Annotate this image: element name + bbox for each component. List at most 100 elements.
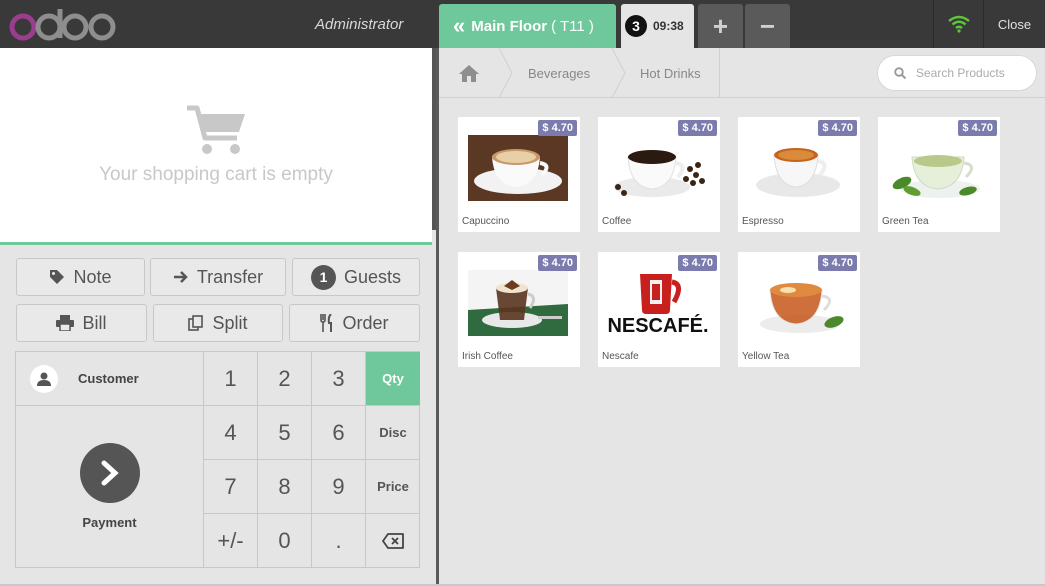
key-5[interactable]: 5 bbox=[258, 406, 312, 460]
tag-icon bbox=[49, 269, 65, 285]
category-breadcrumb: Beverages Hot Drinks Search Products bbox=[439, 48, 1045, 98]
payment-button[interactable]: Payment bbox=[16, 406, 204, 567]
table-label: ( T11 ) bbox=[551, 17, 594, 35]
key-6[interactable]: 6 bbox=[312, 406, 366, 460]
order-cart: Your shopping cart is empty bbox=[0, 48, 432, 245]
arrow-right-icon bbox=[173, 269, 189, 285]
product-name: Yellow Tea bbox=[742, 351, 790, 362]
product-price: $ 4.70 bbox=[958, 120, 997, 136]
home-button[interactable] bbox=[439, 48, 499, 98]
product-card-nescafe[interactable]: NESCAFÉ. $ 4.70 Nescafe bbox=[598, 252, 720, 367]
transfer-button[interactable]: Transfer bbox=[150, 258, 286, 296]
backspace-button[interactable] bbox=[366, 514, 420, 567]
product-card-yellow-tea[interactable]: $ 4.70 Yellow Tea bbox=[738, 252, 860, 367]
floor-back-button[interactable]: « Main Floor ( T11 ) bbox=[439, 4, 616, 48]
irish-coffee-image bbox=[468, 270, 568, 336]
espresso-image bbox=[748, 135, 848, 201]
product-price: $ 4.70 bbox=[538, 255, 577, 271]
product-price: $ 4.70 bbox=[818, 120, 857, 136]
product-name: Irish Coffee bbox=[462, 351, 513, 362]
user-icon bbox=[30, 364, 58, 393]
product-price: $ 4.70 bbox=[538, 120, 577, 136]
product-card-green-tea[interactable]: $ 4.70 Green Tea bbox=[878, 117, 1000, 232]
product-list: $ 4.70 Capuccino $ 4.70 Coffee $ 4.70 Es… bbox=[439, 98, 1045, 586]
cutlery-icon bbox=[320, 314, 334, 332]
key-decimal[interactable]: . bbox=[312, 514, 366, 567]
printer-icon bbox=[56, 315, 75, 331]
user-name: Administrator bbox=[315, 16, 404, 33]
bill-button[interactable]: Bill bbox=[16, 304, 147, 342]
order-tab[interactable]: 3 09:38 bbox=[621, 4, 694, 48]
product-name: Espresso bbox=[742, 216, 784, 227]
mode-price-button[interactable]: Price bbox=[366, 460, 420, 514]
chevron-right-icon bbox=[79, 443, 140, 503]
top-bar: Administrator « Main Floor ( T11 ) 3 09:… bbox=[0, 0, 1045, 48]
empty-cart-message: Your shopping cart is empty bbox=[99, 164, 333, 185]
coffee-image bbox=[608, 135, 708, 201]
split-label: Split bbox=[212, 312, 248, 333]
minus-icon: − bbox=[759, 10, 776, 41]
breadcrumb-beverages[interactable]: Beverages bbox=[528, 48, 590, 98]
key-8[interactable]: 8 bbox=[258, 460, 312, 514]
plus-icon: + bbox=[712, 10, 729, 41]
breadcrumb-hot-drinks[interactable]: Hot Drinks bbox=[640, 48, 701, 98]
payment-label: Payment bbox=[82, 515, 137, 530]
product-card-espresso[interactable]: $ 4.70 Espresso bbox=[738, 117, 860, 232]
product-name: Green Tea bbox=[882, 216, 929, 227]
key-1[interactable]: 1 bbox=[204, 352, 258, 406]
guests-label: Guests bbox=[343, 266, 402, 287]
breadcrumb-separator bbox=[499, 48, 513, 98]
key-4[interactable]: 4 bbox=[204, 406, 258, 460]
numpad: Customer Payment 1 2 3 4 5 6 7 8 9 +/- 0… bbox=[15, 351, 420, 568]
guests-count: 1 bbox=[310, 264, 336, 290]
key-3[interactable]: 3 bbox=[312, 352, 366, 406]
product-name: Coffee bbox=[602, 216, 632, 227]
customer-button[interactable]: Customer bbox=[16, 352, 204, 406]
guests-button[interactable]: 1 Guests bbox=[292, 258, 420, 296]
capuccino-image bbox=[468, 135, 568, 201]
wifi-icon bbox=[947, 15, 970, 33]
breadcrumb-separator bbox=[612, 48, 626, 98]
double-chevron-left-icon: « bbox=[453, 13, 466, 38]
key-9[interactable]: 9 bbox=[312, 460, 366, 514]
key-0[interactable]: 0 bbox=[258, 514, 312, 567]
add-order-button[interactable]: + bbox=[698, 4, 743, 48]
key-2[interactable]: 2 bbox=[258, 352, 312, 406]
green-tea-image bbox=[888, 135, 988, 201]
product-price: $ 4.70 bbox=[818, 255, 857, 271]
mode-disc-button[interactable]: Disc bbox=[366, 406, 420, 460]
key-7[interactable]: 7 bbox=[204, 460, 258, 514]
search-products-input[interactable]: Search Products bbox=[877, 55, 1037, 91]
transfer-label: Transfer bbox=[196, 266, 264, 287]
shopping-cart-icon bbox=[187, 105, 245, 154]
home-icon bbox=[459, 65, 479, 82]
bill-label: Bill bbox=[82, 312, 107, 333]
order-time: 09:38 bbox=[653, 19, 684, 33]
order-pane: Your shopping cart is empty Note Transfe… bbox=[0, 48, 436, 586]
order-button[interactable]: Order bbox=[289, 304, 420, 342]
copy-icon bbox=[188, 315, 204, 331]
product-price: $ 4.70 bbox=[678, 120, 717, 136]
product-name: Capuccino bbox=[462, 216, 510, 227]
note-button[interactable]: Note bbox=[16, 258, 145, 296]
close-button[interactable]: Close bbox=[983, 0, 1045, 48]
order-label: Order bbox=[342, 312, 389, 333]
backspace-icon bbox=[382, 532, 404, 549]
note-label: Note bbox=[73, 266, 112, 287]
breadcrumb-end-divider bbox=[719, 48, 720, 98]
product-card-capuccino[interactable]: $ 4.70 Capuccino bbox=[458, 117, 580, 232]
floor-label: Main Floor bbox=[471, 17, 548, 35]
split-button[interactable]: Split bbox=[153, 304, 283, 342]
remove-order-button[interactable]: − bbox=[745, 4, 790, 48]
product-price: $ 4.70 bbox=[678, 255, 717, 271]
search-placeholder: Search Products bbox=[916, 66, 1005, 80]
yellow-tea-image bbox=[748, 270, 848, 336]
mode-qty-button[interactable]: Qty bbox=[366, 352, 420, 406]
connection-status[interactable] bbox=[933, 0, 983, 48]
product-card-irish-coffee[interactable]: $ 4.70 Irish Coffee bbox=[458, 252, 580, 367]
product-name: Nescafe bbox=[602, 351, 639, 362]
odoo-logo bbox=[9, 9, 116, 41]
key-plus-minus[interactable]: +/- bbox=[204, 514, 258, 567]
product-card-coffee[interactable]: $ 4.70 Coffee bbox=[598, 117, 720, 232]
nescafe-image: NESCAFÉ. bbox=[608, 270, 708, 336]
